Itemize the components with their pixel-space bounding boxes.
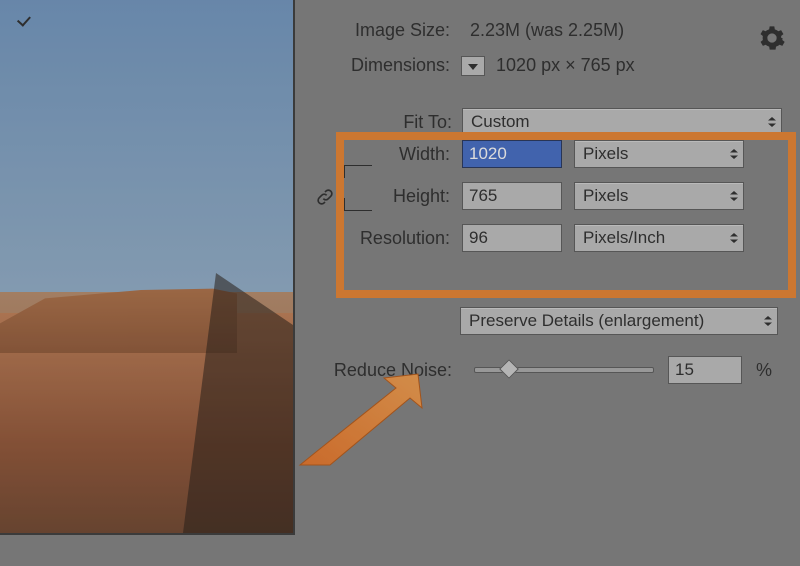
width-input[interactable]: 1020 <box>462 140 562 168</box>
dimensions-value: 1020 px × 765 px <box>496 55 635 75</box>
percent-symbol: % <box>756 360 772 381</box>
height-label: Height: <box>310 186 450 207</box>
resolution-label: Resolution: <box>310 228 450 249</box>
fit-to-select[interactable]: Custom <box>462 108 782 136</box>
resolution-input[interactable]: 96 <box>462 224 562 252</box>
image-preview <box>0 0 295 535</box>
height-input[interactable]: 765 <box>462 182 562 210</box>
reduce-noise-value[interactable]: 15 <box>668 356 742 384</box>
gear-icon[interactable] <box>758 24 786 52</box>
resample-method-select[interactable]: Preserve Details (enlargement) <box>460 307 778 335</box>
fit-to-label: Fit To: <box>310 112 452 133</box>
image-size-line: Image Size: 2.23M (was 2.25M) <box>330 20 790 41</box>
height-unit-select[interactable]: Pixels <box>574 182 744 210</box>
image-size-label: Image Size: <box>330 20 450 41</box>
reduce-noise-label: Reduce Noise: <box>310 360 452 381</box>
dimensions-line: Dimensions: 1020 px × 765 px <box>330 55 790 76</box>
width-label: Width: <box>310 144 450 165</box>
image-size-panel: Image Size: 2.23M (was 2.25M) Dimensions… <box>310 0 800 566</box>
reduce-noise-slider[interactable] <box>474 367 654 373</box>
image-size-value: 2.23M (was 2.25M) <box>470 20 624 40</box>
slider-thumb-icon[interactable] <box>499 359 519 379</box>
dimensions-unit-popup[interactable] <box>461 56 485 76</box>
width-unit-select[interactable]: Pixels <box>574 140 744 168</box>
resolution-unit-select[interactable]: Pixels/Inch <box>574 224 744 252</box>
dimensions-label: Dimensions: <box>330 55 450 76</box>
